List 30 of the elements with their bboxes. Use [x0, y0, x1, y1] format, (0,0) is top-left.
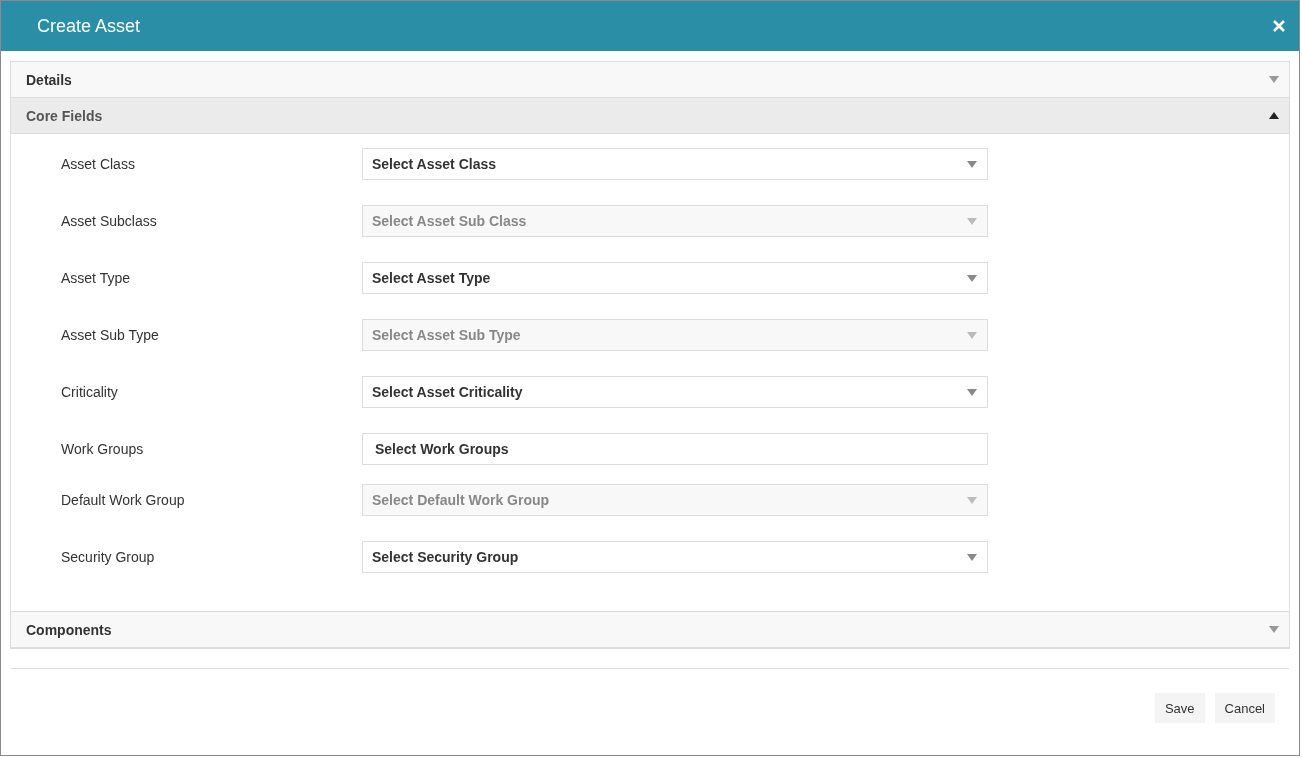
field-label: Criticality	[60, 384, 119, 400]
field-label: Asset Subclass	[60, 213, 158, 229]
caret-up-icon	[1269, 112, 1279, 119]
multiselect-field[interactable]: Select Work Groups	[362, 433, 988, 465]
field-label: Asset Class	[60, 156, 136, 172]
close-icon[interactable]	[1273, 20, 1285, 32]
section-header[interactable]: Core Fields	[11, 98, 1289, 134]
caret-down-icon	[967, 160, 977, 168]
save-button[interactable]: Save	[1154, 693, 1205, 723]
section-header[interactable]: Details	[11, 62, 1289, 98]
field-label: Asset Sub Type	[60, 327, 160, 343]
select-field[interactable]: Select Security Group	[362, 541, 988, 573]
caret-down-icon	[967, 274, 977, 282]
select-field[interactable]: Select Asset Class	[362, 148, 988, 180]
caret-down-icon	[967, 388, 977, 396]
caret-down-icon	[967, 217, 977, 225]
field-label: Work Groups	[60, 441, 145, 457]
cancel-button[interactable]: Cancel	[1214, 693, 1275, 723]
caret-down-icon	[1269, 626, 1279, 633]
caret-down-icon	[967, 553, 977, 561]
caret-down-icon	[967, 496, 977, 504]
select-field[interactable]: Select Asset Type	[362, 262, 988, 294]
caret-down-icon	[1269, 76, 1279, 83]
section-header[interactable]: Components	[11, 612, 1289, 648]
caret-down-icon	[967, 331, 977, 339]
select-field[interactable]: Select Asset Criticality	[362, 376, 988, 408]
field-label: Security Group	[60, 549, 156, 565]
dialog-title: Create Asset	[37, 15, 141, 37]
field-label: Asset Type	[60, 270, 131, 286]
field-label: Default Work Group	[60, 492, 186, 508]
